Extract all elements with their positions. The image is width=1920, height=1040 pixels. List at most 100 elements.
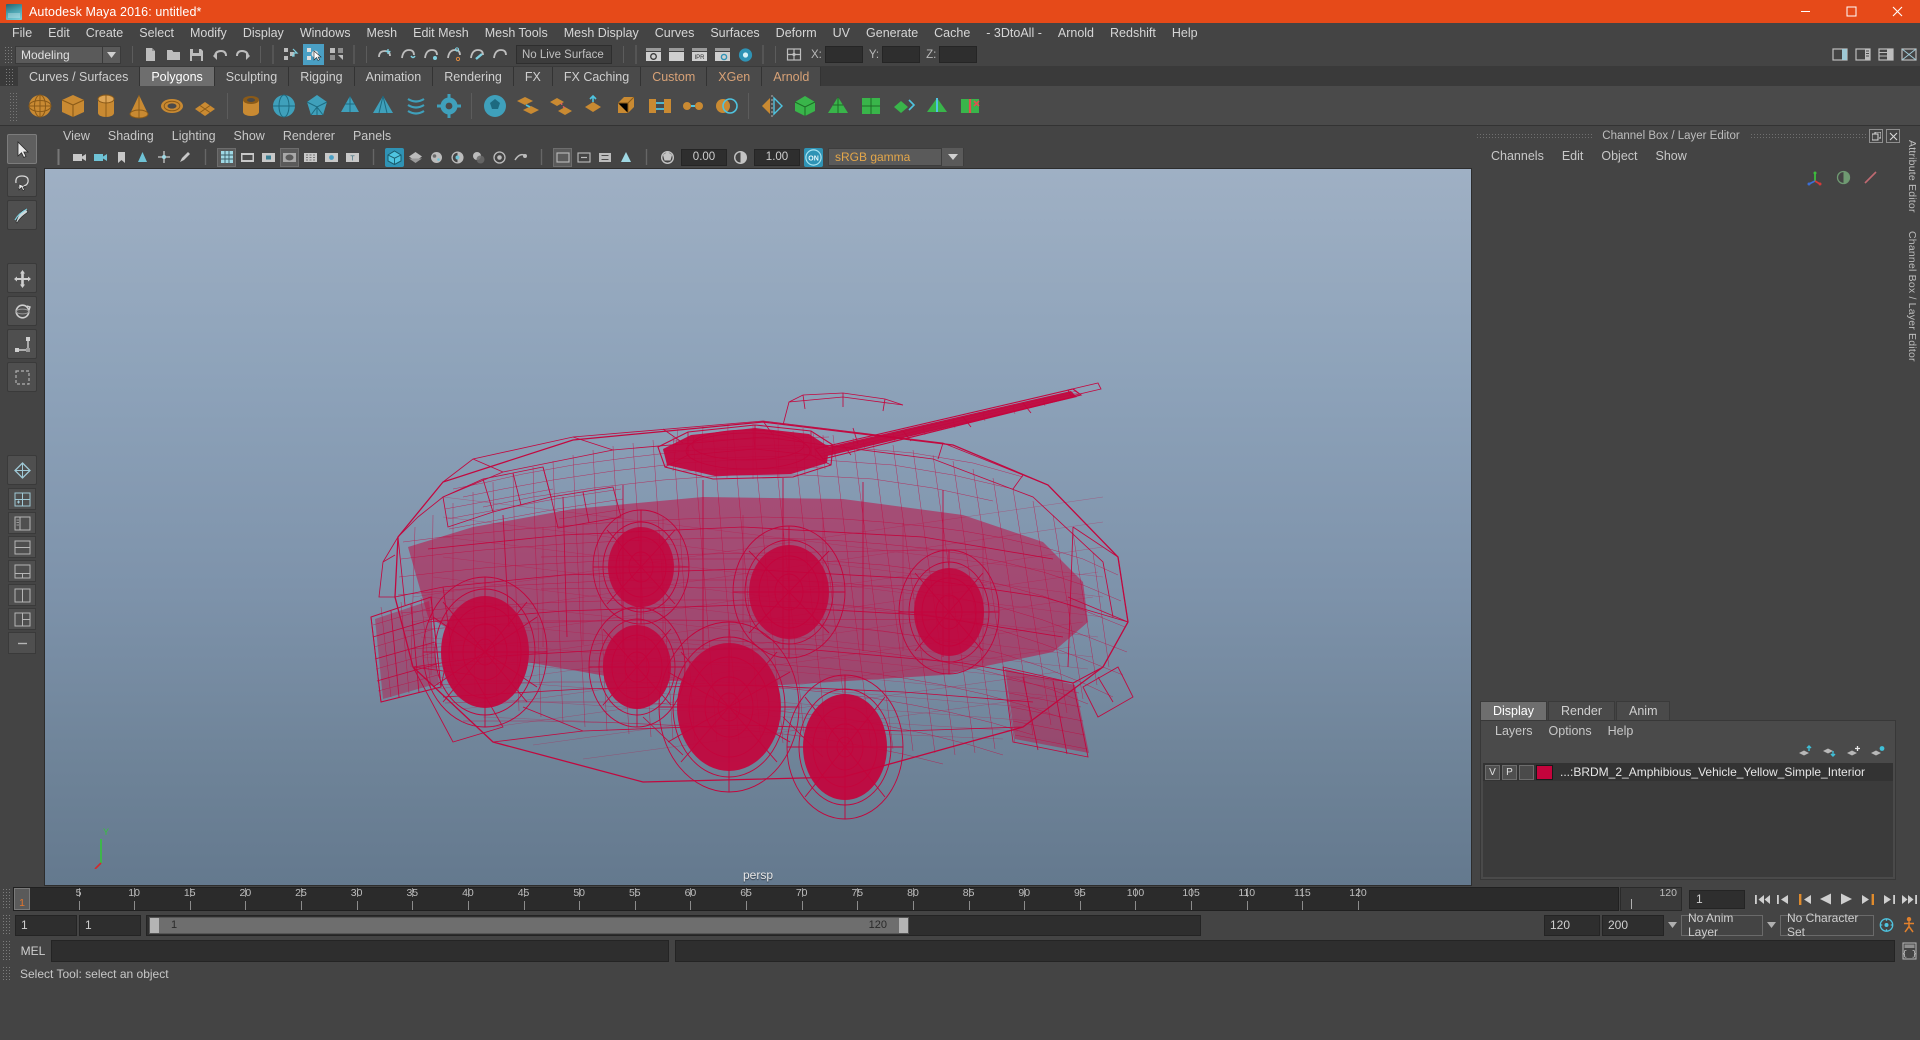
layer-menu-help[interactable]: Help (1600, 721, 1642, 741)
layer-shading-toggle[interactable] (1519, 764, 1534, 780)
save-scene-icon[interactable] (186, 44, 207, 65)
poly-sphere-smooth-icon[interactable] (268, 90, 299, 122)
resolution-gate-icon[interactable] (259, 148, 278, 167)
step-forward-frame-icon[interactable] (1878, 889, 1899, 910)
poly-extrude-icon[interactable] (578, 90, 609, 122)
maximize-icon[interactable] (1828, 0, 1874, 23)
layer-visibility-toggle[interactable]: V (1485, 764, 1500, 780)
menu-set-selector[interactable]: Modeling (15, 45, 103, 64)
poly-cube-icon[interactable] (57, 90, 88, 122)
panel-menu-view[interactable]: View (54, 126, 99, 146)
channel-box-body[interactable] (1472, 188, 1904, 700)
persp-viewport[interactable]: Y persp (44, 168, 1472, 886)
sidebar-extra-icon[interactable] (1898, 44, 1919, 65)
ipr-render-icon[interactable]: IPR (689, 44, 710, 65)
range-slider[interactable]: 1 120 (146, 914, 1201, 936)
poly-booleans-icon[interactable] (710, 90, 741, 122)
poly-pyramid-icon[interactable] (367, 90, 398, 122)
shelf-tab-curves-surfaces[interactable]: Curves / Surfaces (18, 67, 141, 86)
panel-menu-show[interactable]: Show (225, 126, 274, 146)
go-to-start-icon[interactable] (1752, 889, 1773, 910)
layer-list[interactable]: V P ...:BRDM_2_Amphibious_Vehicle_Yellow_S… (1483, 763, 1893, 877)
editor-layout-icon[interactable] (783, 44, 804, 65)
layer-menu-layers[interactable]: Layers (1487, 721, 1541, 741)
texture-toggle-icon[interactable]: T (343, 148, 362, 167)
go-to-end-icon[interactable] (1899, 889, 1920, 910)
command-line-grip[interactable] (2, 940, 11, 962)
layer-color-swatch[interactable] (1536, 764, 1553, 780)
menu-item-3dtoall[interactable]: - 3DtoAll - (978, 23, 1050, 43)
time-slider[interactable]: 1 5 10 15 20 25 30 35 40 45 50 55 60 65 70 75 80 85 90 95 1… (13, 887, 1619, 911)
menu-item-select[interactable]: Select (131, 23, 182, 43)
menu-item-windows[interactable]: Windows (292, 23, 359, 43)
select-tool-icon[interactable] (7, 134, 37, 164)
menu-item-edit-mesh[interactable]: Edit Mesh (405, 23, 477, 43)
lasso-select-tool-icon[interactable] (7, 167, 37, 197)
menu-item-deform[interactable]: Deform (768, 23, 825, 43)
make-live-icon[interactable] (489, 44, 510, 65)
channelbox-menu-show[interactable]: Show (1647, 146, 1696, 166)
coord-field-x[interactable] (824, 46, 863, 63)
slash-icon[interactable] (1863, 170, 1878, 185)
layer-name[interactable]: ...:BRDM_2_Amphibious_Vehicle_Yellow_Sim… (1560, 765, 1865, 779)
menu-item-mesh-display[interactable]: Mesh Display (556, 23, 647, 43)
poly-pipe-icon[interactable] (235, 90, 266, 122)
undo-icon[interactable] (209, 44, 230, 65)
shelf-tab-fx-caching[interactable]: FX Caching (552, 67, 642, 86)
panel-menu-renderer[interactable]: Renderer (274, 126, 344, 146)
poly-plane-icon[interactable] (189, 90, 220, 122)
toolbar-grip[interactable] (3, 45, 12, 64)
xray-icon[interactable] (301, 148, 320, 167)
contrast-icon[interactable] (731, 148, 750, 167)
menu-item-surfaces[interactable]: Surfaces (702, 23, 767, 43)
shelf-tab-arnold[interactable]: Arnold (762, 67, 822, 86)
shelf-tab-sculpting[interactable]: Sculpting (214, 67, 290, 86)
chevron-down-icon[interactable] (1666, 915, 1679, 935)
render-current-frame-icon[interactable] (666, 44, 687, 65)
command-language-label[interactable]: MEL (15, 944, 51, 958)
sidebar-tool-icon[interactable] (1852, 44, 1873, 65)
shelf-grip[interactable] (4, 67, 13, 85)
half-circle-icon[interactable] (1836, 170, 1851, 185)
range-handle-right[interactable] (899, 917, 908, 933)
shelf-tab-rigging[interactable]: Rigging (289, 67, 355, 86)
coord-field-y[interactable] (882, 46, 921, 63)
shelf-tab-rendering[interactable]: Rendering (433, 67, 514, 86)
channelbox-menu-edit[interactable]: Edit (1553, 146, 1593, 166)
poly-delete-edge-icon[interactable] (954, 90, 985, 122)
layout-extra-icon[interactable] (8, 632, 36, 654)
color-management-icon[interactable]: ON (804, 147, 823, 167)
grease-pencil-icon[interactable] (175, 148, 194, 167)
toolbar-grip[interactable] (49, 148, 68, 167)
layout-four-view-icon[interactable] (8, 488, 36, 510)
select-hierarchy-icon[interactable] (280, 44, 301, 65)
anim-layer-selector[interactable]: No Anim Layer (1681, 911, 1763, 939)
image-plane-icon[interactable] (133, 148, 152, 167)
character-set-selector[interactable]: No Character Set (1780, 911, 1874, 939)
vertical-tab-attribute-editor[interactable]: Attribute Editor (1906, 140, 1918, 213)
play-backwards-icon[interactable] (1815, 889, 1836, 910)
chevron-down-icon[interactable] (103, 45, 121, 64)
menu-item-arnold[interactable]: Arnold (1050, 23, 1102, 43)
poly-helix-icon[interactable] (400, 90, 431, 122)
play-forwards-icon[interactable] (1836, 889, 1857, 910)
layer-tab-render[interactable]: Render (1548, 701, 1615, 720)
poly-bevel-icon[interactable] (611, 90, 642, 122)
script-editor-icon[interactable]: { } (1898, 940, 1920, 962)
hide-selected-icon[interactable] (574, 148, 593, 167)
layout-outliner-persp-icon[interactable] (8, 512, 36, 534)
paint-select-tool-icon[interactable] (7, 200, 37, 230)
menu-item-mesh[interactable]: Mesh (359, 23, 406, 43)
poly-triangulate-icon[interactable] (822, 90, 853, 122)
snap-grid-icon[interactable] (374, 44, 395, 65)
menu-item-help[interactable]: Help (1164, 23, 1206, 43)
poly-torus-icon[interactable] (156, 90, 187, 122)
transform-axis-icon[interactable] (1807, 169, 1824, 186)
new-layer-icon[interactable] (1846, 745, 1861, 758)
menu-item-curves[interactable]: Curves (647, 23, 703, 43)
animation-preferences-icon[interactable] (1899, 915, 1920, 936)
exposure-field[interactable]: 0.00 (681, 148, 727, 166)
bookmark-icon[interactable] (112, 148, 131, 167)
poly-crease-icon[interactable] (921, 90, 952, 122)
command-input[interactable] (51, 940, 669, 962)
